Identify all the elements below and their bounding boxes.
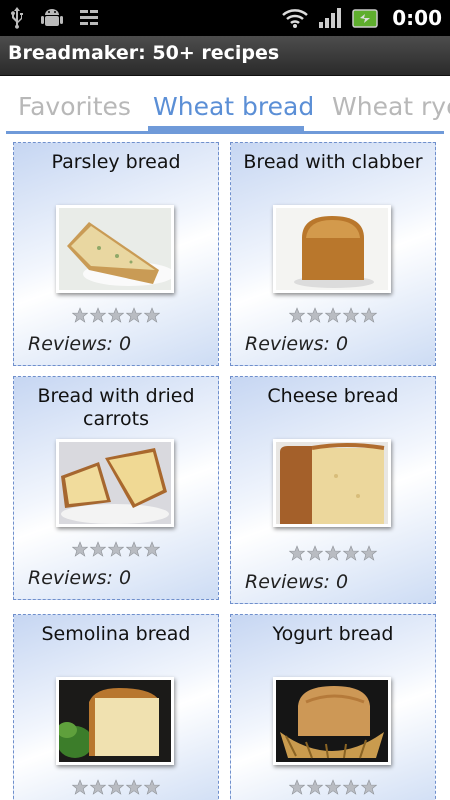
- reviews-count: Reviews: 0: [28, 333, 132, 355]
- star-icon: [361, 779, 377, 795]
- star-icon: [90, 541, 106, 557]
- reviews-count: Reviews: 0: [245, 571, 349, 593]
- star-icon: [289, 779, 305, 795]
- wifi-icon: [282, 7, 309, 29]
- title-bar: Breadmaker: 50+ recipes: [0, 36, 450, 76]
- recipe-card[interactable]: Bread with clabber Reviews: 0: [230, 142, 436, 366]
- recipe-card[interactable]: Bread with dried carrots Reviews: 0: [13, 376, 219, 600]
- rating-stars: [231, 779, 435, 795]
- star-icon: [343, 779, 359, 795]
- bread-slices-photo: [56, 439, 174, 527]
- tab-wheat-rye[interactable]: Wheat rye: [332, 92, 450, 121]
- usb-icon: [8, 6, 26, 30]
- star-icon: [144, 779, 160, 795]
- star-icon: [343, 545, 359, 561]
- star-icon: [289, 307, 305, 323]
- reviews-count: Reviews: 0: [28, 567, 132, 589]
- app-title: Breadmaker: 50+ recipes: [8, 42, 280, 64]
- star-icon: [72, 779, 88, 795]
- recipe-title: Cheese bread: [267, 385, 399, 407]
- star-icon: [144, 307, 160, 323]
- star-icon: [343, 307, 359, 323]
- star-icon: [361, 307, 377, 323]
- star-icon: [325, 545, 341, 561]
- star-icon: [307, 307, 323, 323]
- signal-icon: [318, 7, 342, 29]
- star-icon: [144, 541, 160, 557]
- star-icon: [108, 779, 124, 795]
- star-icon: [72, 541, 88, 557]
- clock: 0:00: [392, 6, 442, 30]
- star-icon: [307, 545, 323, 561]
- star-icon: [361, 545, 377, 561]
- recipe-title: Parsley bread: [51, 151, 181, 173]
- recipe-title: Yogurt bread: [272, 623, 394, 645]
- android-debug-icon: [40, 6, 64, 30]
- bread-loaf-photo: [273, 205, 391, 293]
- recipe-card[interactable]: Yogurt bread: [230, 614, 436, 800]
- recipe-card[interactable]: Semolina bread: [13, 614, 219, 800]
- tab-wheat-bread[interactable]: Wheat bread: [153, 92, 314, 121]
- battery-icon: [352, 7, 378, 29]
- category-tabs: Favorites Wheat bread Wheat rye: [0, 76, 450, 134]
- bread-with-greens-photo: [56, 677, 174, 765]
- rating-stars: [231, 307, 435, 323]
- reviews-count: Reviews: 0: [245, 333, 349, 355]
- star-icon: [72, 307, 88, 323]
- bread-cut-loaf-photo: [273, 439, 391, 527]
- star-icon: [126, 541, 142, 557]
- rating-stars: [14, 307, 218, 323]
- recipe-card[interactable]: Parsley bread Reviews: 0: [13, 142, 219, 366]
- star-icon: [325, 307, 341, 323]
- recipe-title: Bread with dried carrots: [37, 385, 195, 430]
- star-icon: [126, 307, 142, 323]
- star-icon: [90, 779, 106, 795]
- rating-stars: [14, 541, 218, 557]
- recipe-card[interactable]: Cheese bread Reviews: 0: [230, 376, 436, 604]
- star-icon: [126, 779, 142, 795]
- recipe-title: Bread with clabber: [243, 151, 423, 173]
- sync-icon: [78, 7, 100, 29]
- rating-stars: [231, 545, 435, 561]
- star-icon: [90, 307, 106, 323]
- tab-favorites[interactable]: Favorites: [18, 92, 131, 121]
- bread-in-basket-photo: [273, 677, 391, 765]
- star-icon: [289, 545, 305, 561]
- rating-stars: [14, 779, 218, 795]
- active-tab-indicator: [148, 126, 304, 132]
- recipe-grid: Parsley bread Reviews: 0 Bread with clab…: [0, 134, 450, 800]
- star-icon: [325, 779, 341, 795]
- star-icon: [108, 541, 124, 557]
- status-bar: 0:00: [0, 0, 450, 36]
- bread-slice-photo: [56, 205, 174, 293]
- star-icon: [307, 779, 323, 795]
- recipe-title: Semolina bread: [41, 623, 191, 645]
- star-icon: [108, 307, 124, 323]
